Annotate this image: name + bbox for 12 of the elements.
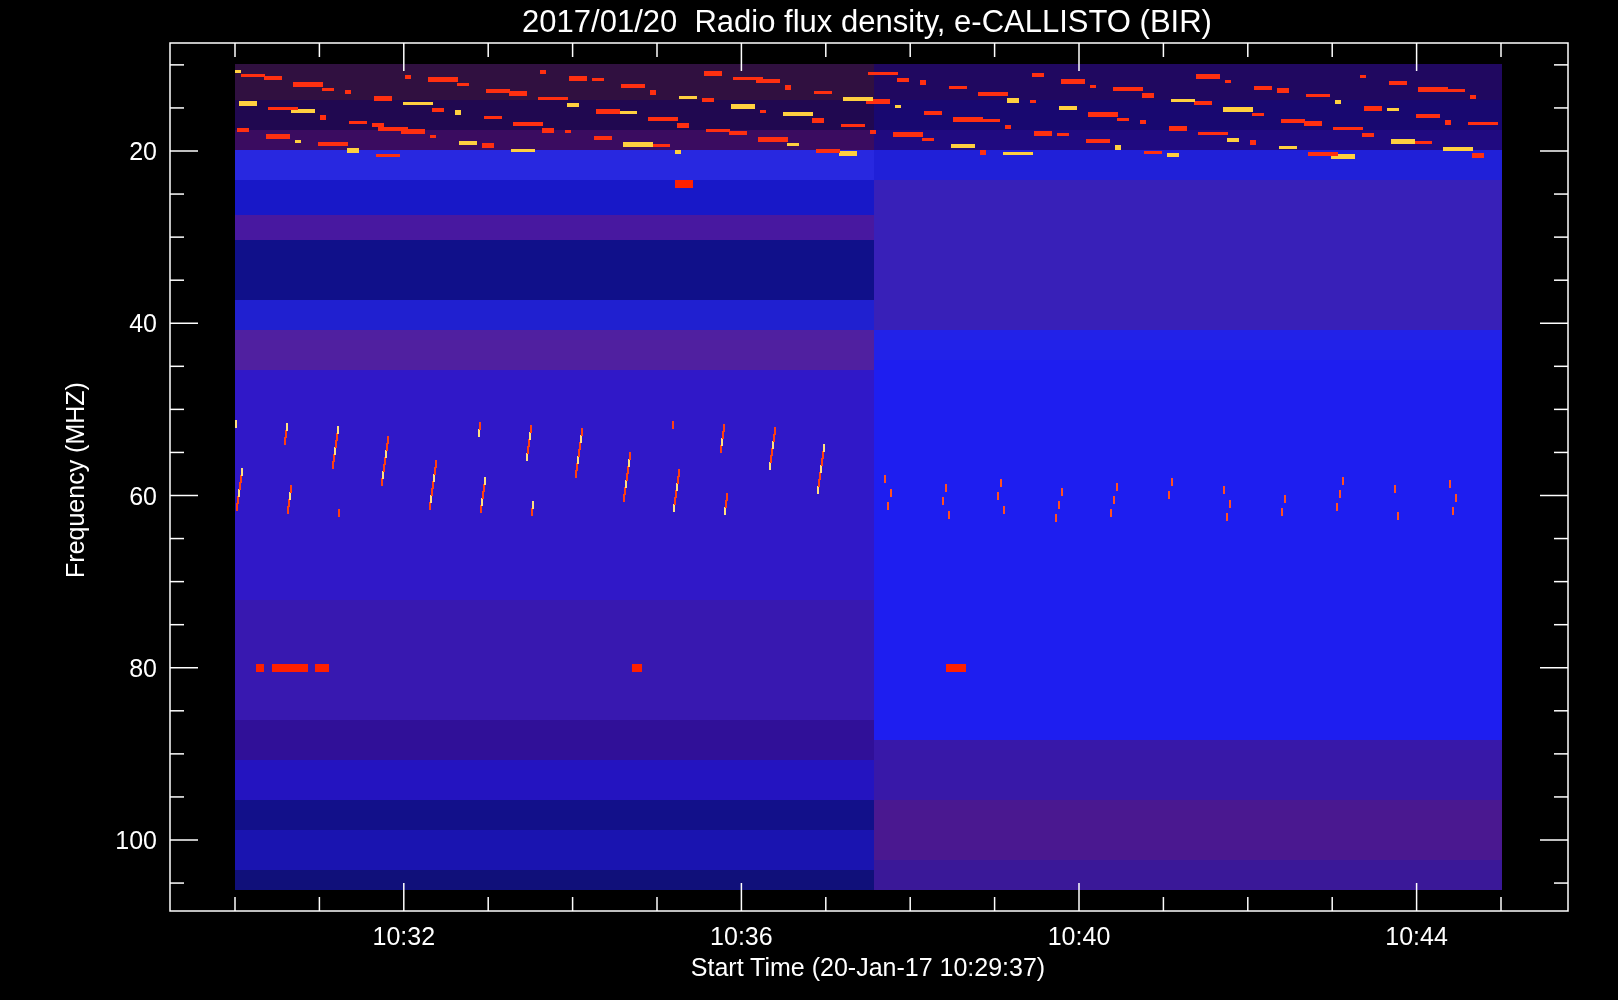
x-axis-title: Start Time (20-Jan-17 10:29:37) — [690, 953, 1046, 981]
y-tick-label: 40 — [129, 309, 157, 338]
x-tick-label: 10:36 — [710, 922, 773, 950]
y-tick-label: 60 — [129, 481, 157, 510]
chart-title: 2017/01/20 Radio flux density, e-CALLISTO (BIR) — [522, 4, 1212, 39]
x-tick-label: 10:32 — [372, 922, 436, 950]
x-tick-label: 10:40 — [1047, 922, 1111, 950]
x-tick-label: 10:44 — [1385, 922, 1448, 950]
y-axis-title: Frequency (MHZ) — [61, 382, 89, 578]
y-tick-label: 80 — [129, 653, 157, 682]
y-tick-label: 20 — [129, 137, 157, 165]
y-tick-label: 100 — [115, 826, 157, 854]
